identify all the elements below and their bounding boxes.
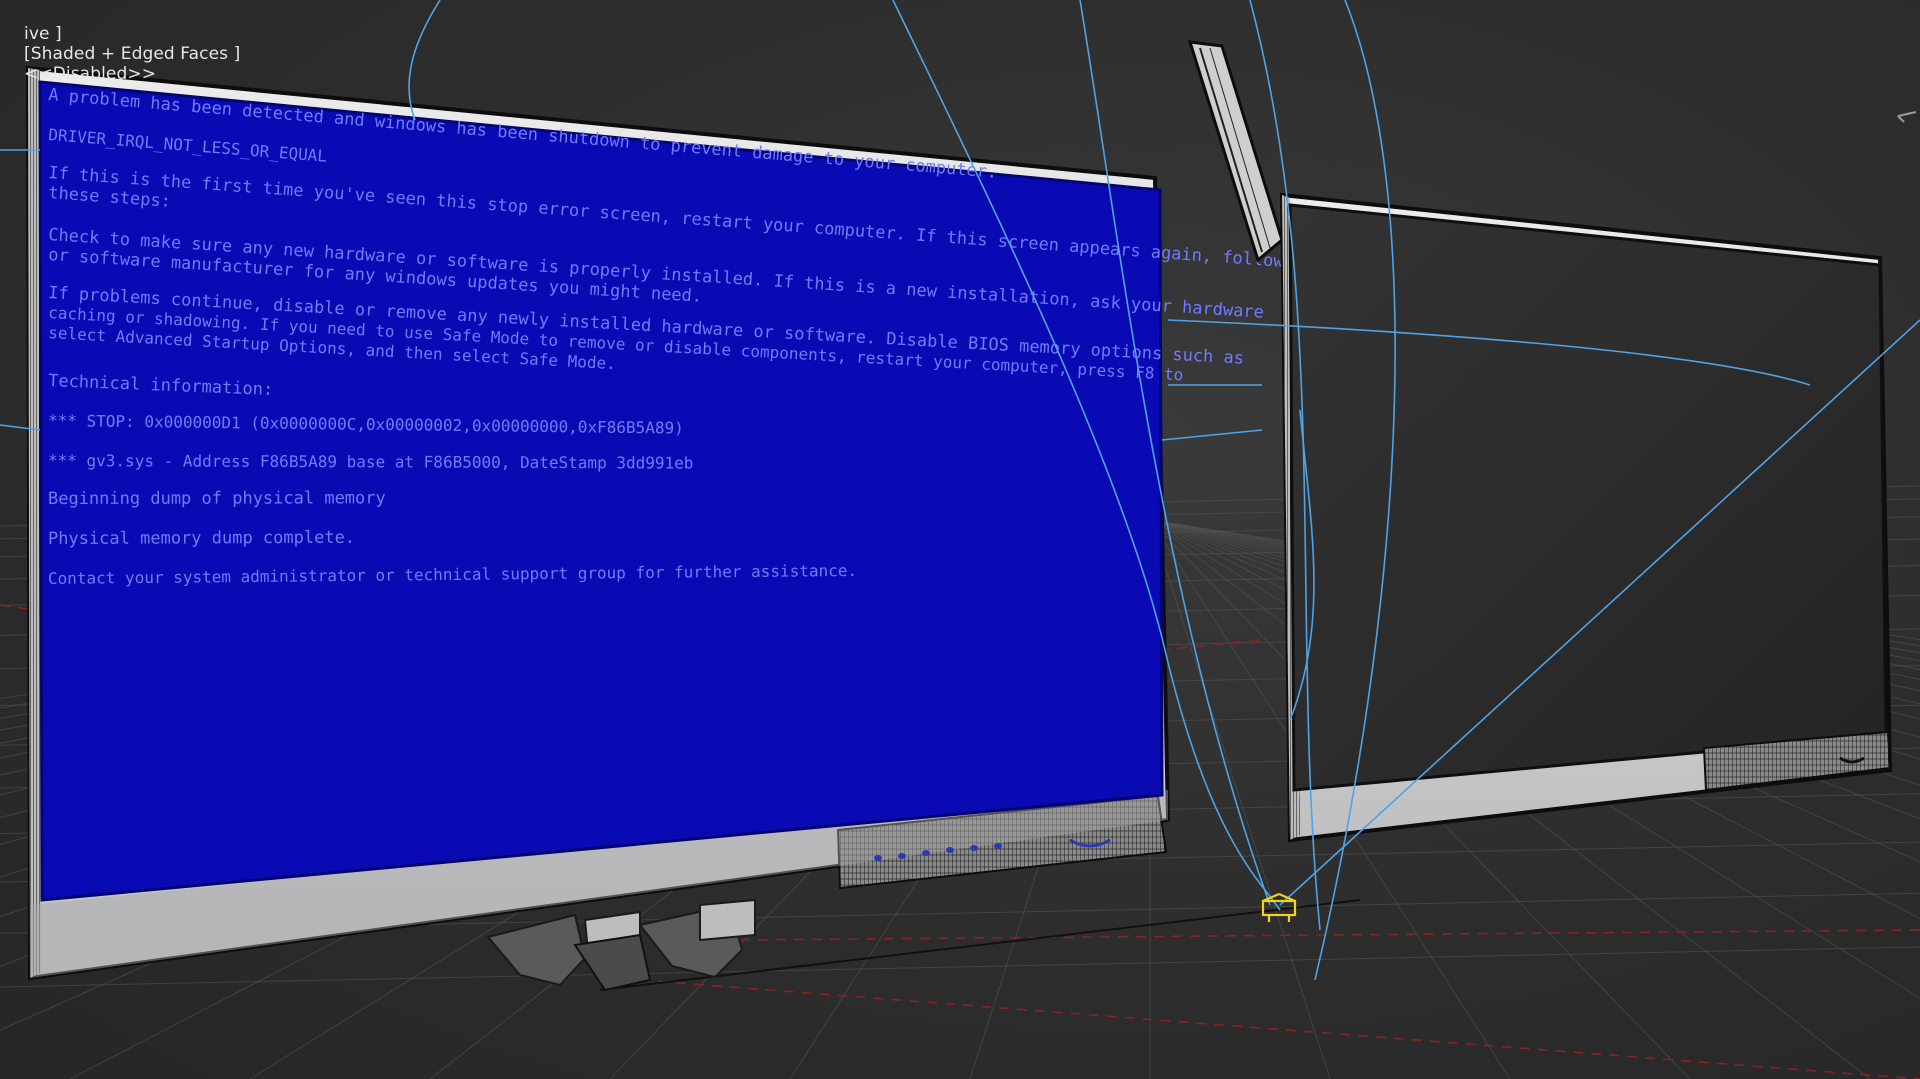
monitor-button-icon[interactable] [994, 843, 1002, 849]
axis-line [639, 979, 1920, 1079]
bsod-line: Physical memory dump complete. [48, 528, 355, 549]
axis-line [1159, 639, 1261, 651]
viewport-label[interactable]: ive ] [Shaded + Edged Faces ] <<Disabled… [2, 4, 240, 104]
right-monitor-screen [1288, 203, 1888, 792]
monitor-button-icon[interactable] [874, 855, 882, 861]
viewport-disabled-label[interactable]: <<Disabled>> [24, 64, 156, 84]
monitor-button-icon[interactable] [898, 853, 906, 859]
left-monitor[interactable]: A problem has been detected and windows … [25, 65, 1285, 981]
viewport-corner-gizmo[interactable] [1897, 111, 1917, 123]
grid-line [0, 946, 1920, 988]
axis-line [739, 929, 1920, 941]
monitor-button-icon[interactable] [946, 847, 954, 853]
bsod-line: *** gv3.sys - Address F86B5A89 base at F… [48, 451, 693, 473]
monitor-button-icon[interactable] [970, 845, 978, 851]
3d-viewport[interactable]: A problem has been detected and windows … [0, 0, 1920, 1079]
right-monitor[interactable] [1187, 40, 1893, 843]
viewport-scene[interactable]: A problem has been detected and windows … [0, 0, 1920, 1079]
bsod-line: Beginning dump of physical memory [48, 488, 386, 509]
monitor-stand[interactable] [486, 898, 756, 992]
monitor-button-icon[interactable] [922, 850, 930, 856]
viewport-view-label[interactable]: ive ] [24, 24, 62, 44]
viewport-shading-label[interactable]: [Shaded + Edged Faces ] [24, 44, 240, 64]
